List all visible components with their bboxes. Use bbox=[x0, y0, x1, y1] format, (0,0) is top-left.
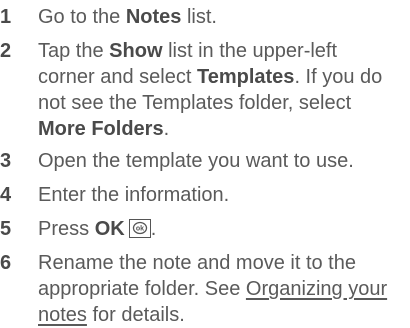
step-text-segment: for details. bbox=[86, 304, 185, 326]
step-line: notes for details. bbox=[38, 302, 408, 328]
step-text-segment: appropriate folder. See bbox=[38, 278, 246, 300]
step-text-segment: Press bbox=[38, 218, 95, 240]
step-text-segment: . bbox=[163, 118, 170, 140]
notes-label: Notes bbox=[125, 6, 182, 28]
more-folders-label: More Folders bbox=[38, 118, 164, 140]
step-line: More Folders. bbox=[38, 116, 408, 142]
step-number: 3 bbox=[0, 150, 12, 172]
step-line: appropriate folder. See Organizing your bbox=[38, 276, 408, 302]
show-label: Show bbox=[109, 40, 163, 62]
step-text-segment: . bbox=[150, 218, 157, 240]
step-number: 2 bbox=[0, 40, 12, 62]
step-text: Enter the information. bbox=[38, 184, 230, 206]
ok-key-icon: ok bbox=[128, 219, 151, 238]
step-text: Rename the note and move it to the appro… bbox=[38, 250, 408, 328]
step-text: Open the template you want to use. bbox=[38, 150, 354, 172]
step-line: not see the Templates folder, select bbox=[38, 92, 352, 114]
step-number: 5 bbox=[0, 218, 12, 240]
step-number: 6 bbox=[0, 252, 12, 274]
step-line: Tap the Show list in the upper-left bbox=[38, 38, 408, 64]
step-text-segment: . If you do bbox=[294, 66, 383, 88]
organizing-notes-link-continued[interactable]: notes bbox=[38, 304, 87, 326]
step-number: 1 bbox=[0, 6, 12, 28]
step-number: 4 bbox=[0, 184, 12, 206]
step-text: Tap the Show list in the upper-left corn… bbox=[38, 38, 408, 142]
organizing-notes-link[interactable]: Organizing your bbox=[246, 278, 387, 300]
step-text-segment: list in the upper-left bbox=[162, 40, 338, 62]
step-text: Go to the Notes list. bbox=[38, 4, 408, 30]
step-text-segment: Go to the bbox=[38, 6, 126, 28]
step-text-segment: list. bbox=[181, 6, 217, 28]
step-text-segment: Tap the bbox=[38, 40, 110, 62]
step-line: corner and select Templates. If you do bbox=[38, 64, 408, 90]
step-text: Press OK ok. bbox=[38, 216, 408, 242]
step-text-segment: corner and select bbox=[38, 66, 197, 88]
svg-text:ok: ok bbox=[136, 226, 144, 233]
templates-label: Templates bbox=[196, 66, 295, 88]
step-line: Rename the note and move it to the bbox=[38, 252, 356, 274]
ok-label: OK bbox=[94, 218, 125, 240]
